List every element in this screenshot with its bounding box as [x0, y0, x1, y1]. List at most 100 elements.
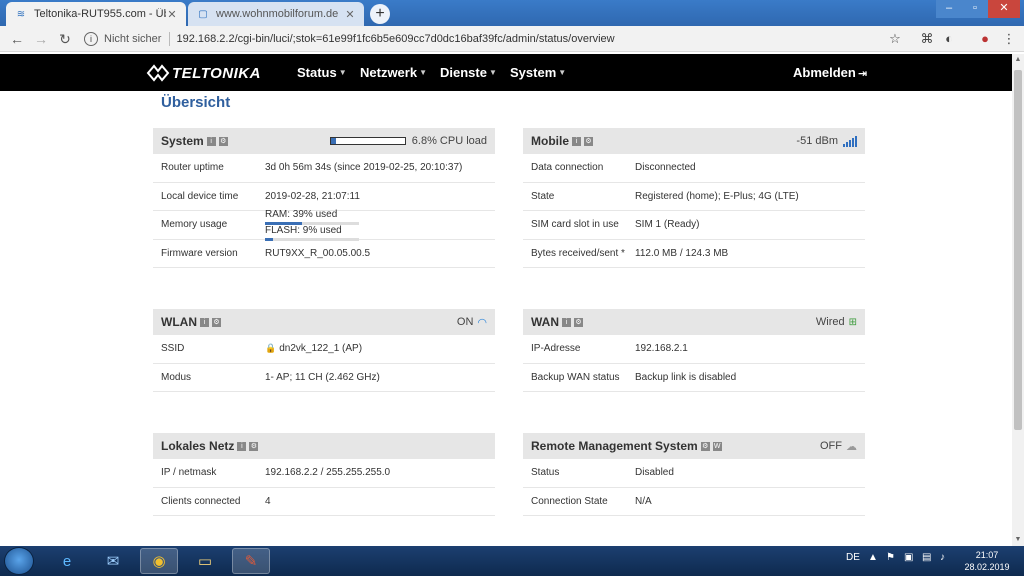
row-value: 3d 0h 56m 34s (since 2019-02-25, 20:10:3…	[265, 162, 463, 174]
info-icon[interactable]: i	[206, 136, 216, 146]
row-key: Modus	[161, 371, 192, 383]
tray-expand-icon[interactable]: ▲	[868, 552, 878, 563]
row-key: Backup WAN status	[531, 371, 620, 383]
logout-link[interactable]: Abmelden ⇥	[793, 65, 867, 80]
cpu-load-indicator: 6.8% CPU load	[329, 128, 487, 154]
row-value: 4	[265, 495, 271, 507]
row-value: 192.168.2.1	[635, 343, 688, 355]
mobile-panel: Mobile i ⚙ -51 dBm Data connection Disconn…	[523, 128, 865, 268]
table-row: IP-Adresse 192.168.2.1	[523, 335, 865, 364]
memory-meters: RAM: 39% used FLASH: 9% used	[265, 209, 495, 241]
info-icon[interactable]: i	[84, 32, 98, 46]
flash-label: FLASH: 9% used	[265, 224, 342, 236]
network-icon[interactable]: ▤	[922, 552, 931, 563]
forward-arrow-icon[interactable]: →	[32, 30, 50, 48]
omnibox-divider	[169, 32, 171, 46]
wan-panel: WAN i ⚙ Wired ⊞ IP-Adresse 192.168.2.1 Back…	[523, 309, 865, 392]
page-scrollbar[interactable]: ▲ ▼	[1012, 54, 1024, 546]
row-key: Connection State	[531, 495, 608, 507]
back-arrow-icon[interactable]: ←	[8, 30, 26, 48]
settings-icon[interactable]: ⚙	[574, 317, 583, 327]
panel-title: Lokales Netz	[161, 439, 235, 453]
settings-icon[interactable]: ⚙	[584, 136, 593, 146]
row-value: Registered (home); E-Plus; 4G (LTE)	[635, 190, 799, 202]
row-key: Router uptime	[161, 162, 224, 174]
system-clock[interactable]: 21:07 28.02.2019	[960, 549, 1014, 573]
chrome-icon[interactable]: ◉	[140, 548, 178, 574]
web-icon[interactable]: W	[712, 441, 722, 451]
row-key: Bytes received/sent *	[531, 247, 625, 259]
paint-app-icon[interactable]: ✎	[232, 548, 270, 574]
url-input[interactable]: i Nicht sicher 192.168.2.2/cgi-bin/luci/…	[84, 29, 904, 49]
extension-half-circle-icon[interactable]: ◐	[940, 30, 958, 48]
row-key: SIM card slot in use	[531, 219, 619, 231]
menu-label: Netzwerk	[360, 65, 418, 80]
menu-status[interactable]: Status ▼	[297, 65, 347, 80]
maximize-window-button[interactable]: ▫	[962, 0, 988, 18]
scrollbar-thumb[interactable]	[1014, 70, 1022, 430]
signal-bars-icon	[842, 135, 857, 147]
wan-panel-header: WAN i ⚙ Wired ⊞	[523, 309, 865, 335]
menu-dienste[interactable]: Dienste ▼	[440, 65, 497, 80]
input-language[interactable]: DE	[846, 552, 860, 563]
rms-status-indicator: OFF ☁	[820, 433, 857, 459]
extension-icon[interactable]: ⌘	[918, 30, 936, 48]
browser-menu-icon[interactable]: ⋮	[1000, 30, 1018, 48]
chevron-down-icon: ▼	[419, 68, 427, 77]
chevron-down-icon: ▼	[558, 68, 567, 77]
wlan-panel-header: WLAN i ⚙ ON ◠	[153, 309, 495, 335]
row-key: Memory usage	[161, 219, 228, 231]
tab-teltonika[interactable]: ≋ Teltonika-RUT955.com - Übersich ✕	[6, 2, 186, 26]
ssid-value: dn2vk_122_1 (AP)	[279, 343, 363, 355]
table-row: Local device time 2019-02-28, 21:07:11	[153, 183, 495, 211]
lan-panel-header: Lokales Netz i ⚙	[153, 433, 495, 459]
chevron-down-icon: ▼	[338, 68, 347, 77]
wlan-panel: WLAN i ⚙ ON ◠ SSID 🔒 dn2vk_122_1 (AP) Modus 1…	[153, 309, 495, 392]
profile-avatar-icon[interactable]: ●	[976, 30, 994, 48]
minimize-window-button[interactable]: –	[936, 0, 962, 18]
tab-close-icon[interactable]: ✕	[166, 8, 178, 21]
ram-meter: RAM: 39% used	[265, 209, 359, 225]
row-value: 1- AP; 11 CH (2.462 GHz)	[265, 371, 380, 383]
table-row: Clients connected 4	[153, 488, 495, 516]
panel-title: System	[161, 134, 204, 148]
tab-close-icon[interactable]: ✕	[344, 8, 356, 21]
chevron-down-icon: ▼	[488, 68, 497, 77]
file-explorer-icon[interactable]: ▭	[186, 548, 224, 574]
row-key: Local device time	[161, 190, 239, 202]
email-client-icon[interactable]: ✉	[94, 548, 132, 574]
close-window-button[interactable]: ✕	[988, 0, 1020, 18]
scroll-up-icon[interactable]: ▲	[1012, 54, 1024, 66]
address-bar: ← → ↻ i Nicht sicher 192.168.2.2/cgi-bin…	[0, 26, 1024, 52]
table-row: SSID 🔒 dn2vk_122_1 (AP)	[153, 335, 495, 364]
settings-icon[interactable]: ⚙	[218, 136, 228, 146]
panel-title: WAN	[531, 315, 559, 329]
volume-icon[interactable]: ♪	[940, 552, 945, 563]
flag-icon[interactable]: ⚑	[886, 552, 895, 563]
scroll-down-icon[interactable]: ▼	[1012, 534, 1024, 546]
settings-icon[interactable]: ⚙	[212, 317, 221, 327]
internet-explorer-icon[interactable]: e	[48, 548, 86, 574]
wifi-icon: ◠	[477, 316, 487, 329]
tray-app-icon[interactable]: ▣	[904, 552, 913, 563]
table-row: Memory usage RAM: 39% used FLASH: 9% used	[153, 209, 495, 241]
table-row: Connection State N/A	[523, 488, 865, 516]
teltonika-logo[interactable]: TELTONIKA	[146, 62, 261, 84]
reload-icon[interactable]: ↻	[56, 30, 74, 48]
info-icon[interactable]: i	[562, 317, 571, 327]
rms-panel: Remote Management System ⚙ W OFF ☁ Status D…	[523, 433, 865, 516]
row-key: Firmware version	[161, 247, 238, 259]
bookmark-star-icon[interactable]: ☆	[886, 30, 904, 48]
menu-system[interactable]: System ▼	[510, 65, 566, 80]
info-icon[interactable]: i	[237, 441, 247, 451]
tab-wohnmobilforum[interactable]: ▢ www.wohnmobilforum.de ✕	[188, 2, 364, 26]
signal-strength: -51 dBm	[796, 135, 838, 147]
info-icon[interactable]: i	[572, 136, 581, 146]
start-button[interactable]	[4, 547, 34, 575]
settings-icon[interactable]: ⚙	[249, 441, 259, 451]
menu-netzwerk[interactable]: Netzwerk ▼	[360, 65, 427, 80]
new-tab-button[interactable]: +	[370, 4, 390, 24]
info-icon[interactable]: i	[200, 317, 209, 327]
row-value: N/A	[635, 495, 652, 507]
settings-icon[interactable]: ⚙	[700, 441, 710, 451]
